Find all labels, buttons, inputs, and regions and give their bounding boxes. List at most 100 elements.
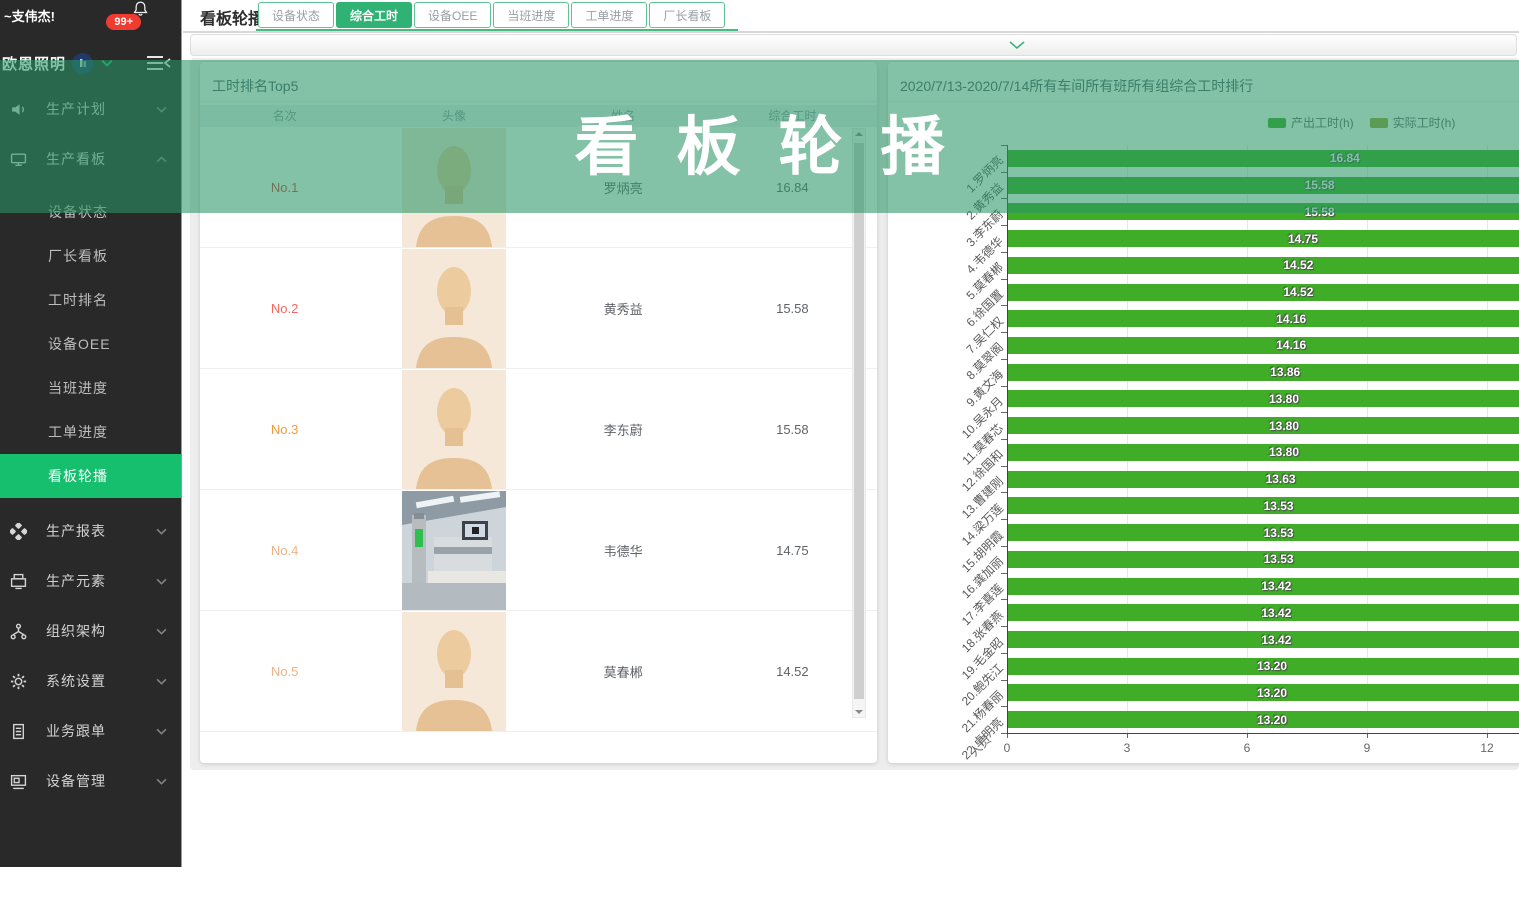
bar-value-label: 13.53: [1264, 499, 1294, 513]
settings-icon: [10, 672, 28, 690]
chevron-down-icon: [156, 578, 167, 585]
person-name: 李东蔚: [539, 420, 708, 439]
sidebar-subitem-看板轮播[interactable]: 看板轮播: [0, 454, 181, 498]
bar-value-label: 14.16: [1276, 338, 1306, 352]
bar-value-label: 13.20: [1257, 713, 1287, 727]
tab-设备状态[interactable]: 设备状态: [258, 2, 334, 28]
bar: 13.53: [1008, 497, 1519, 514]
bar-value-label: 14.16: [1276, 312, 1306, 326]
notification-badge: 99+: [106, 14, 141, 30]
expand-filters-chevron-down-icon[interactable]: [1009, 41, 1025, 50]
sidebar-item-设备管理[interactable]: 设备管理: [0, 756, 181, 806]
x-axis-tick-label: 3: [1115, 741, 1139, 755]
y-axis-tick: [1001, 439, 1007, 440]
tab-underline: [256, 29, 738, 31]
bar-value-label: 13.53: [1264, 526, 1294, 540]
scroll-down-arrow[interactable]: [855, 710, 863, 714]
elements-icon: [10, 572, 28, 590]
bar: 13.42: [1008, 604, 1519, 621]
bar: 13.86: [1008, 364, 1519, 381]
page-title: 看板轮播: [200, 5, 264, 29]
y-axis-tick: [1001, 225, 1007, 226]
bar: 13.42: [1008, 578, 1519, 595]
table-scrollbar[interactable]: [852, 128, 866, 718]
bar: 14.16: [1008, 337, 1519, 354]
chevron-down-icon: [156, 678, 167, 685]
bar-value-label: 13.63: [1266, 472, 1296, 486]
bar: 13.63: [1008, 471, 1519, 488]
bar: 14.52: [1008, 284, 1519, 301]
bar: 13.80: [1008, 390, 1519, 407]
y-axis-tick: [1001, 706, 1007, 707]
avatar-placeholder: [402, 612, 506, 731]
sidebar-item-label: 生产元素: [46, 571, 156, 591]
sidebar-subitem-工单进度[interactable]: 工单进度: [0, 410, 181, 454]
chevron-down-icon: [156, 728, 167, 735]
report-icon: [10, 522, 28, 540]
bar-value-label: 14.75: [1288, 232, 1318, 246]
bar-value-label: 13.20: [1257, 659, 1287, 673]
y-axis-tick: [1001, 599, 1007, 600]
y-axis-tick: [1001, 546, 1007, 547]
bar-chart-plot: 0369121.罗炳亮16.842.黄秀益15.583.李东蔚15.584.韦德…: [888, 145, 1519, 763]
y-axis-tick: [1001, 386, 1007, 387]
chevron-down-icon: [156, 528, 167, 535]
sidebar-subitem-设备OEE[interactable]: 设备OEE: [0, 322, 181, 366]
x-axis-line: [1007, 733, 1519, 734]
carousel-overlay: 看板轮播: [0, 60, 1519, 213]
sidebar-subitem-当班进度[interactable]: 当班进度: [0, 366, 181, 410]
sidebar-item-label: 系统设置: [46, 671, 156, 691]
sidebar-subitem-工时排名[interactable]: 工时排名: [0, 278, 181, 322]
y-axis-tick: [1001, 412, 1007, 413]
sidebar-item-label: 生产报表: [46, 521, 156, 541]
rank-label: No.3: [271, 422, 298, 437]
tab-当班进度[interactable]: 当班进度: [493, 2, 569, 28]
y-axis-tick: [1001, 653, 1007, 654]
y-axis-tick: [1001, 733, 1007, 734]
sidebar-item-生产元素[interactable]: 生产元素: [0, 556, 181, 606]
tab-工单进度[interactable]: 工单进度: [571, 2, 647, 28]
sidebar-item-组织架构[interactable]: 组织架构: [0, 606, 181, 656]
overlay-title: 看板轮播: [575, 96, 983, 188]
sidebar-item-label: 组织架构: [46, 621, 156, 641]
y-axis-tick: [1001, 279, 1007, 280]
y-axis-tick: [1001, 252, 1007, 253]
bar-value-label: 13.80: [1269, 419, 1299, 433]
bar-value-label: 14.52: [1283, 258, 1313, 272]
rank-label: No.5: [271, 664, 298, 679]
chevron-down-icon: [156, 778, 167, 785]
bar-value-label: 13.86: [1270, 365, 1300, 379]
table-row: No.4韦德华14.75: [200, 490, 877, 611]
sidebar-item-生产报表[interactable]: 生产报表: [0, 506, 181, 556]
filter-collapse-bar: [190, 34, 1517, 56]
sidebar-submenu: 设备状态厂长看板工时排名设备OEE当班进度工单进度看板轮播: [0, 184, 181, 506]
sidebar-item-系统设置[interactable]: 系统设置: [0, 656, 181, 706]
tab-综合工时[interactable]: 综合工时: [336, 2, 412, 28]
bar-value-label: 14.52: [1283, 285, 1313, 299]
person-name: 黄秀益: [539, 299, 708, 318]
tab-厂长看板[interactable]: 厂长看板: [649, 2, 725, 28]
org-icon: [10, 622, 28, 640]
sidebar-subitem-厂长看板[interactable]: 厂长看板: [0, 234, 181, 278]
bar: 13.20: [1008, 658, 1519, 675]
tab-设备OEE[interactable]: 设备OEE: [414, 2, 491, 28]
bar-value-label: 13.42: [1261, 633, 1291, 647]
y-axis-tick: [1001, 626, 1007, 627]
table-row: No.3李东蔚15.58: [200, 369, 877, 490]
x-axis-tick-label: 6: [1235, 741, 1259, 755]
sidebar-item-label: 设备管理: [46, 771, 156, 791]
sidebar-item-业务跟单[interactable]: 业务跟单: [0, 706, 181, 756]
x-axis-tick-label: 0: [995, 741, 1019, 755]
sidebar-item-label: 业务跟单: [46, 721, 156, 741]
scrollbar-thumb[interactable]: [854, 143, 864, 699]
bar: 13.53: [1008, 524, 1519, 541]
bar: 13.20: [1008, 684, 1519, 701]
bar: 14.52: [1008, 257, 1519, 274]
orders-icon: [10, 722, 28, 740]
y-axis-tick: [1001, 519, 1007, 520]
table-row: No.5莫春郴14.52: [200, 611, 877, 732]
bar-value-label: 13.42: [1261, 606, 1291, 620]
avatar-placeholder: [402, 249, 506, 368]
bar-value-label: 13.42: [1261, 579, 1291, 593]
table-row: No.2黄秀益15.58: [200, 248, 877, 369]
